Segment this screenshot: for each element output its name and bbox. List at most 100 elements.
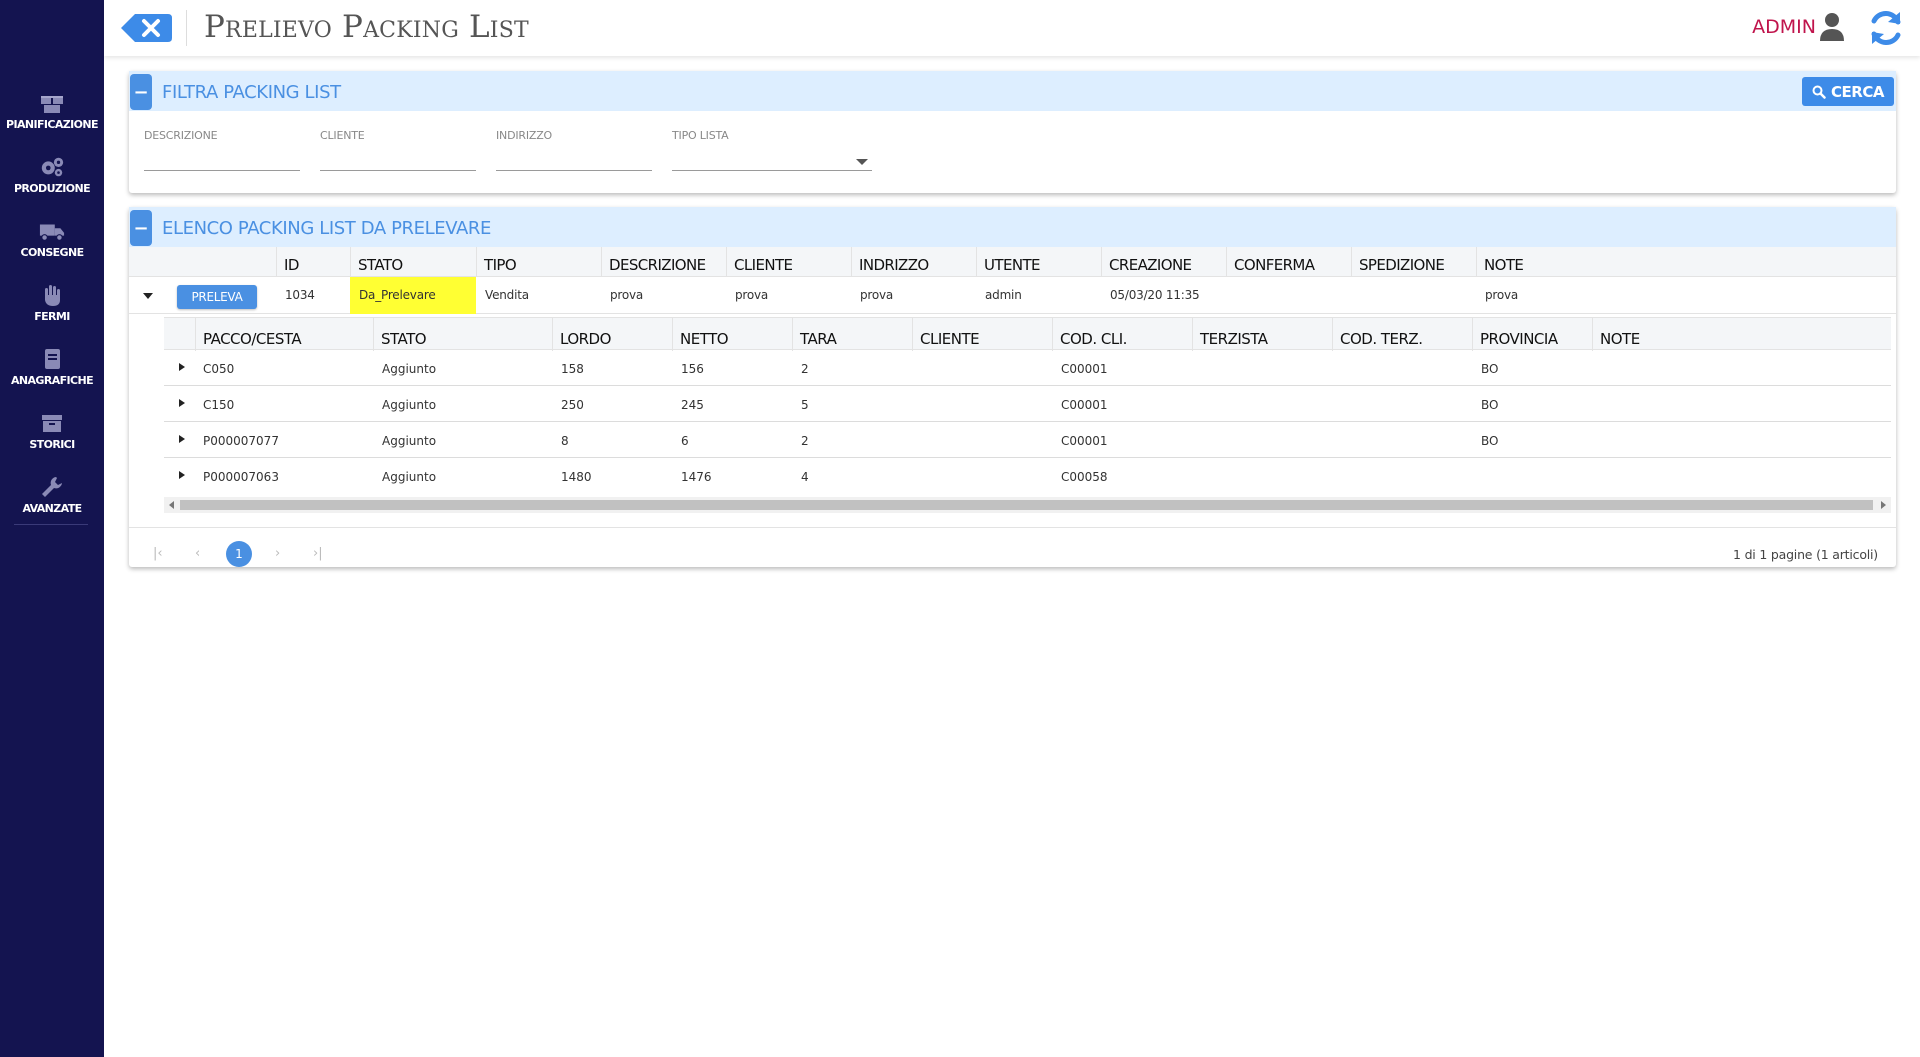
cell-netto: 6 xyxy=(681,434,689,448)
collapse-filter-button[interactable]: − xyxy=(130,74,152,110)
column-header-note[interactable]: NOTE xyxy=(1476,247,1896,277)
sidebar-item-produzione[interactable]: PRODUZIONE xyxy=(0,148,104,212)
sidebar-item-storici[interactable]: STORICI xyxy=(0,404,104,468)
detail-header-cod-terz[interactable]: COD. TERZ. xyxy=(1332,318,1472,351)
sidebar-item-consegne[interactable]: CONSEGNE xyxy=(0,212,104,276)
last-page-icon[interactable]: ›| xyxy=(313,546,323,561)
list-item[interactable]: P000007063 Aggiunto 1480 1476 4 C00058 xyxy=(164,458,1891,494)
collapse-row-icon[interactable] xyxy=(143,293,153,299)
sidebar-divider xyxy=(14,524,88,525)
expand-row-icon[interactable] xyxy=(179,471,185,479)
cell-stato: Aggiunto xyxy=(382,398,437,412)
cell-cod-cli: C00058 xyxy=(1061,470,1108,484)
sidebar-item-fermi[interactable]: FERMI xyxy=(0,276,104,340)
cell-indirizzo: prova xyxy=(860,288,894,302)
column-header-cliente[interactable]: CLIENTE xyxy=(726,247,851,277)
expand-row-icon[interactable] xyxy=(179,399,185,407)
detail-header-cliente[interactable]: CLIENTE xyxy=(912,318,1052,351)
detail-header-note[interactable]: NOTE xyxy=(1592,318,1891,351)
tipo-lista-filter: TIPO LISTA xyxy=(672,129,872,171)
column-header-id[interactable]: ID xyxy=(276,247,350,277)
tipo-lista-select[interactable] xyxy=(672,145,872,171)
sidebar-item-label: PRODUZIONE xyxy=(13,182,91,195)
expand-row-icon[interactable] xyxy=(179,435,185,443)
close-back-button[interactable] xyxy=(120,12,174,44)
search-button[interactable]: CERCA xyxy=(1802,77,1894,106)
list-item[interactable]: C150 Aggiunto 250 245 5 C00001 BO xyxy=(164,386,1891,422)
descrizione-input[interactable] xyxy=(144,145,300,171)
column-header-utente[interactable]: UTENTE xyxy=(976,247,1101,277)
cell-tara: 4 xyxy=(801,470,809,484)
column-header-tipo[interactable]: TIPO xyxy=(476,247,601,277)
cell-provincia: BO xyxy=(1481,434,1499,448)
list-item[interactable]: P000007077 Aggiunto 8 6 2 C00001 BO xyxy=(164,422,1891,458)
cliente-input[interactable] xyxy=(320,145,476,171)
detail-header-netto[interactable]: NETTO xyxy=(672,318,792,351)
cell-note xyxy=(1598,422,1601,458)
cogs-icon xyxy=(39,154,65,180)
column-header-indirizzo[interactable]: INDRIZZO xyxy=(851,247,976,277)
cell-pacco: C150 xyxy=(203,398,235,412)
page-title: Prelievo Packing List xyxy=(204,9,529,45)
cell-cod-terz xyxy=(1338,458,1341,494)
sidebar-item-pianificazione[interactable]: PIANIFICAZIONE xyxy=(0,84,104,148)
first-page-icon[interactable]: |‹ xyxy=(153,546,163,561)
expand-row-icon[interactable] xyxy=(179,363,185,371)
search-icon xyxy=(1812,85,1826,99)
column-header-conferma[interactable]: CONFERMA xyxy=(1226,247,1351,277)
cell-tipo: Vendita xyxy=(485,288,529,302)
prev-page-icon[interactable]: ‹ xyxy=(195,546,200,561)
cell-spedizione xyxy=(1351,277,1476,314)
sidebar-item-anagrafiche[interactable]: ANAGRAFICHE xyxy=(0,340,104,404)
cell-netto: 156 xyxy=(681,362,704,376)
sidebar: PIANIFICAZIONE PRODUZIONE CONSEGNE FERMI… xyxy=(0,0,104,1057)
detail-header-lordo[interactable]: LORDO xyxy=(552,318,672,351)
cliente-filter: CLIENTE xyxy=(320,129,476,171)
cell-cliente xyxy=(918,422,921,458)
detail-header-cod-cli[interactable]: COD. CLI. xyxy=(1052,318,1192,351)
tipo-lista-filter-label: TIPO LISTA xyxy=(672,129,729,142)
table-row[interactable]: PRELEVA 1034 Da_Prelevare Vendita prova … xyxy=(129,277,1896,314)
column-header-creazione[interactable]: CREAZIONE xyxy=(1101,247,1226,277)
detail-header-provincia[interactable]: PROVINCIA xyxy=(1472,318,1592,351)
user-icon[interactable] xyxy=(1818,12,1846,42)
user-name[interactable]: ADMIN xyxy=(1752,16,1816,38)
cell-cod-cli: C00001 xyxy=(1061,434,1108,448)
column-header-spedizione[interactable]: SPEDIZIONE xyxy=(1351,247,1476,277)
filter-panel-header: − FILTRA PACKING LIST CERCA xyxy=(129,71,1896,111)
preleva-button[interactable]: PRELEVA xyxy=(177,285,257,309)
cell-cliente xyxy=(918,350,921,386)
indirizzo-filter-label: INDIRIZZO xyxy=(496,129,553,142)
cell-lordo: 250 xyxy=(561,398,584,412)
sidebar-item-avanzate[interactable]: AVANZATE xyxy=(0,468,104,532)
detail-header-terzista[interactable]: TERZISTA xyxy=(1192,318,1332,351)
cell-note xyxy=(1598,458,1601,494)
list-panel-title: ELENCO PACKING LIST DA PRELEVARE xyxy=(162,218,491,239)
page-button-current[interactable]: 1 xyxy=(226,541,252,567)
indirizzo-filter: INDIRIZZO xyxy=(496,129,652,171)
indirizzo-input[interactable] xyxy=(496,145,652,171)
collapse-list-button[interactable]: − xyxy=(130,210,152,246)
cell-cod-cli: C00001 xyxy=(1061,362,1108,376)
cell-cod-terz xyxy=(1338,422,1341,458)
cell-cliente xyxy=(918,386,921,422)
column-header-descrizione[interactable]: DESCRIZIONE xyxy=(601,247,726,277)
detail-header-stato[interactable]: STATO xyxy=(373,318,552,351)
sidebar-item-label: FERMI xyxy=(34,310,70,323)
cell-stato: Aggiunto xyxy=(382,470,437,484)
horizontal-scrollbar[interactable] xyxy=(164,497,1891,513)
next-page-icon[interactable]: › xyxy=(275,546,280,561)
cell-utente: admin xyxy=(985,288,1022,302)
detail-header-tara[interactable]: TARA xyxy=(792,318,912,351)
scroll-right-icon[interactable] xyxy=(1881,501,1886,509)
list-item[interactable]: C050 Aggiunto 158 156 2 C00001 BO xyxy=(164,350,1891,386)
refresh-icon[interactable] xyxy=(1866,8,1906,48)
scrollbar-thumb[interactable] xyxy=(180,500,1873,510)
close-icon xyxy=(121,14,172,42)
detail-header-pacco[interactable]: PACCO/CESTA xyxy=(195,318,373,351)
grid-header: ID STATO TIPO DESCRIZIONE CLIENTE INDRIZ… xyxy=(129,247,1896,277)
column-header-stato[interactable]: STATO xyxy=(350,247,476,277)
cell-provincia: BO xyxy=(1481,362,1499,376)
scroll-left-icon[interactable] xyxy=(169,501,174,509)
chevron-down-icon[interactable] xyxy=(856,159,868,165)
